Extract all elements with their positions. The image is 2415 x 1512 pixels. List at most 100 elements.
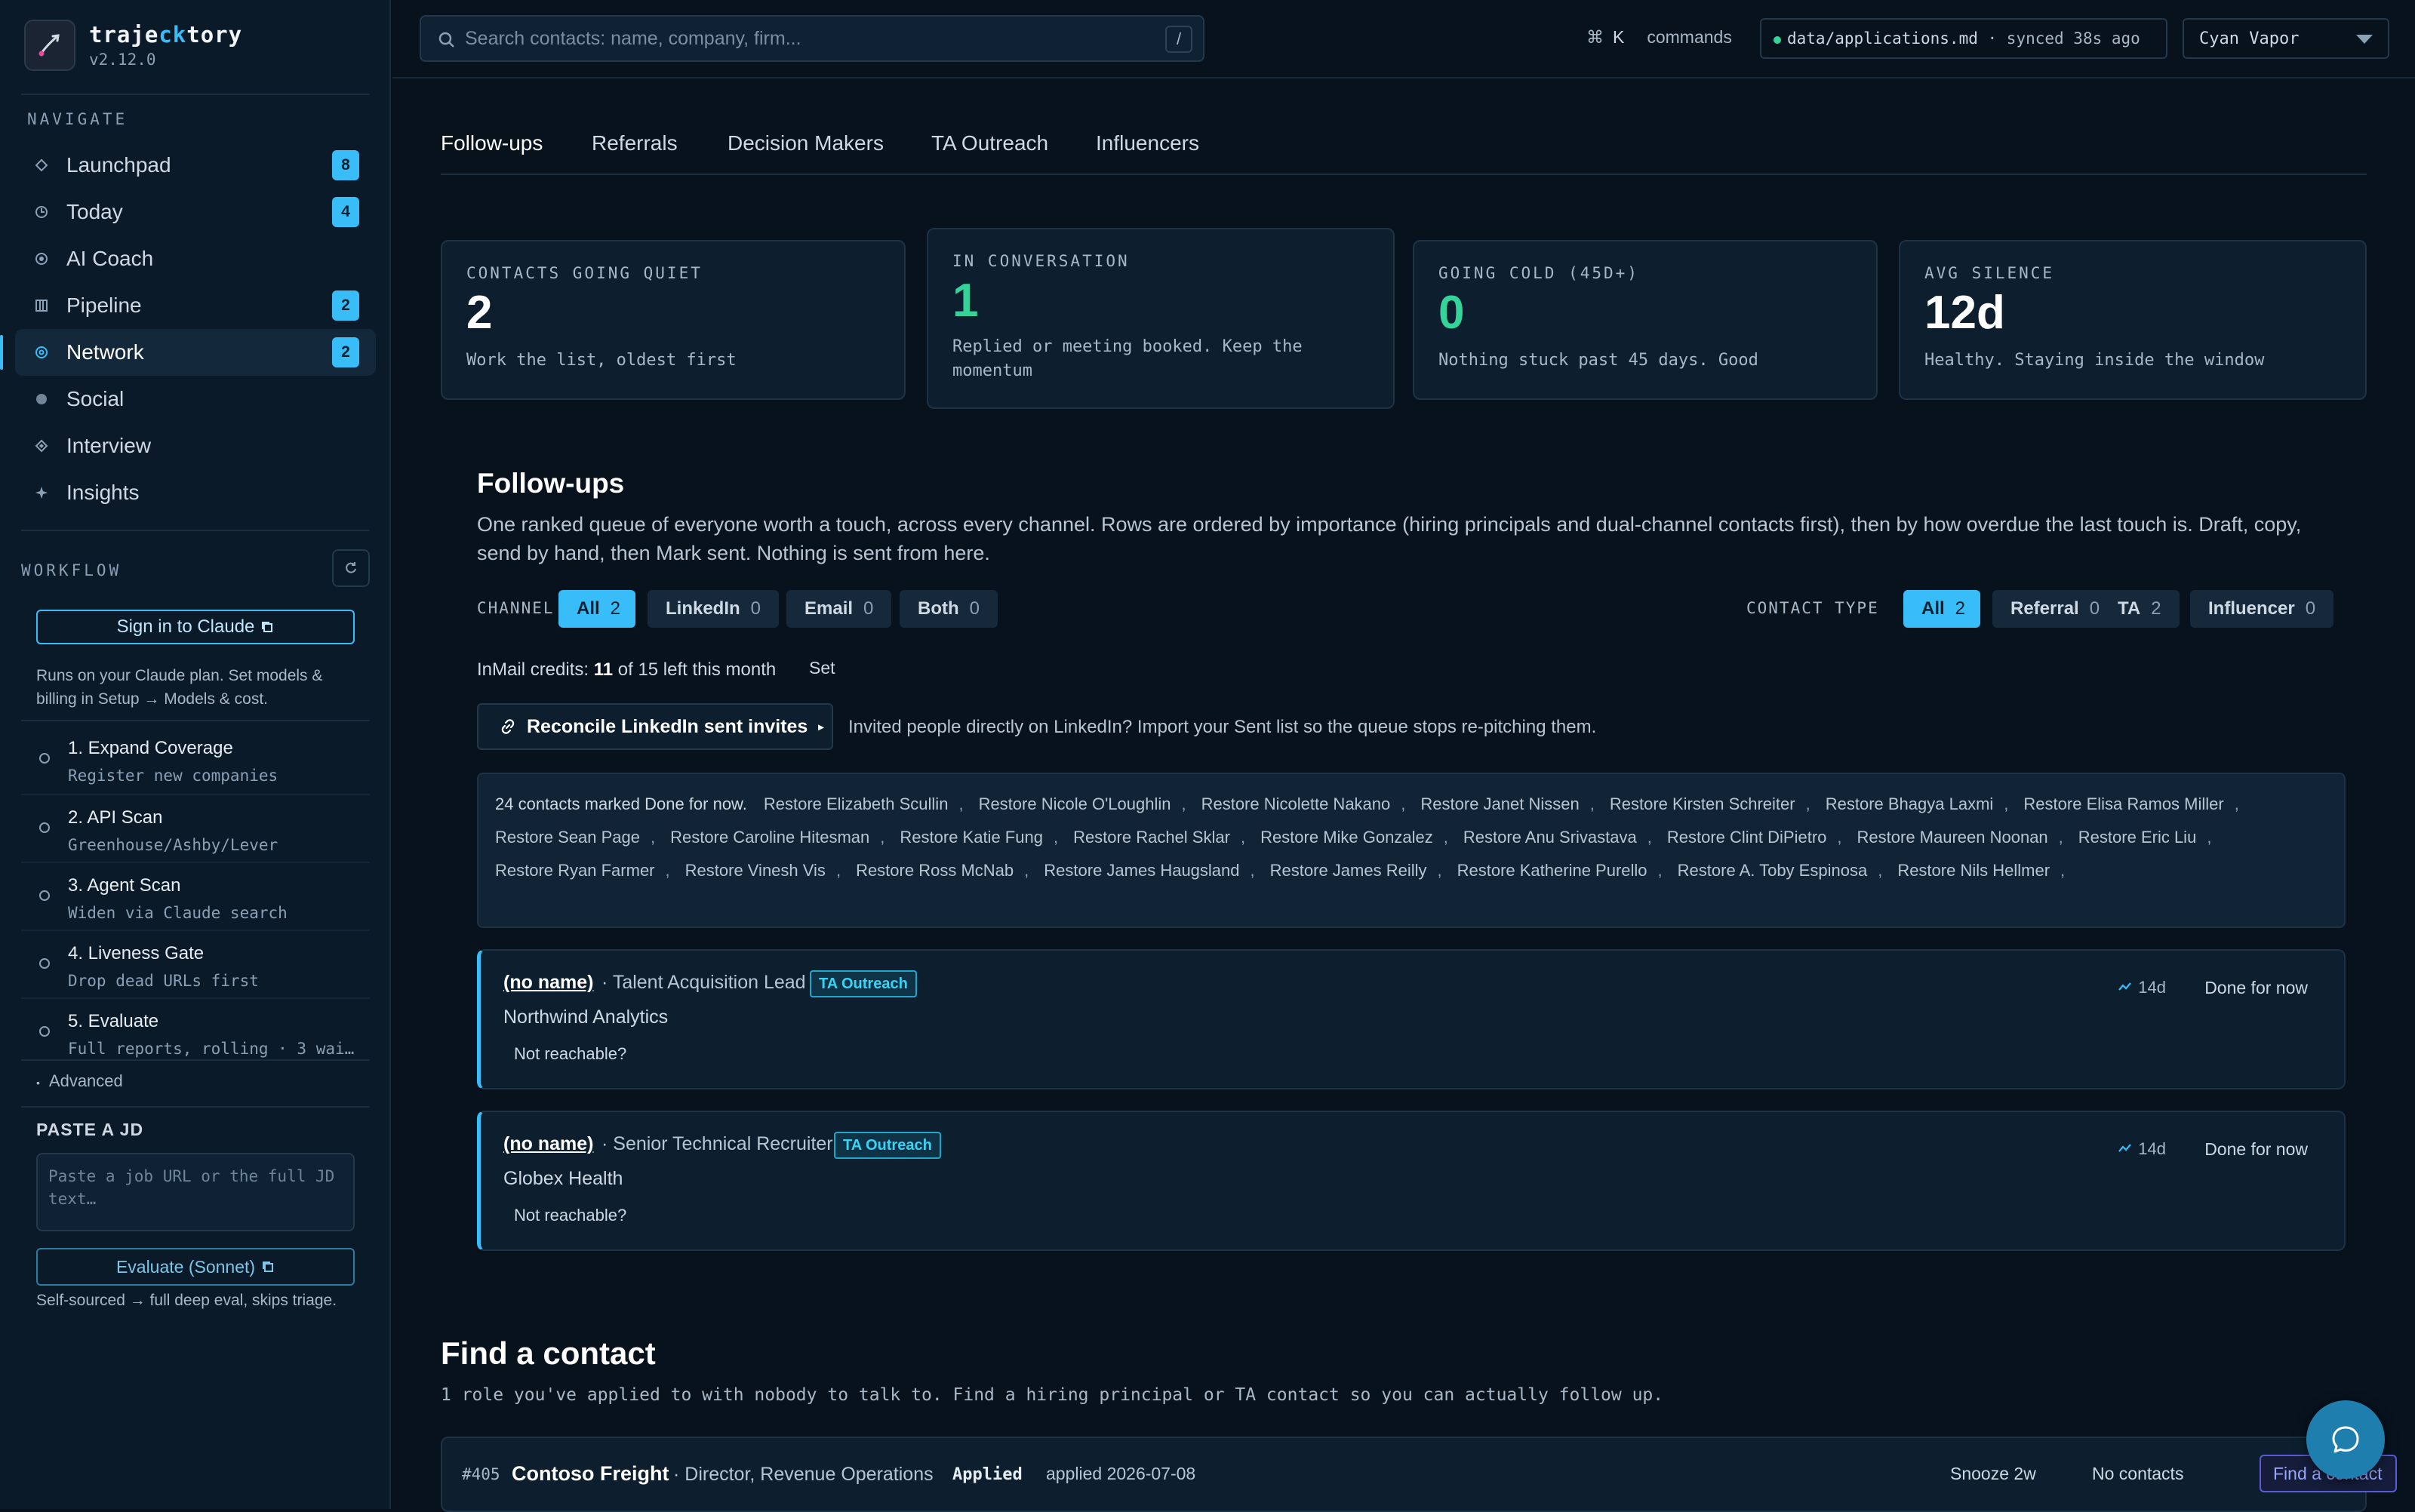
- type-filter-influencer[interactable]: Influencer 0: [2190, 590, 2334, 628]
- done-for-now-button[interactable]: Done for now: [2204, 1139, 2308, 1160]
- plan-note: Runs on your Claude plan. Set models & b…: [36, 667, 323, 708]
- age-value: 14d: [2138, 978, 2166, 997]
- stat-card-going-quiet: CONTACTS GOING QUIET 2 Work the list, ol…: [441, 240, 906, 400]
- tab-referrals[interactable]: Referrals: [592, 131, 678, 155]
- chip-label: Referral: [2010, 598, 2079, 619]
- contact-card[interactable]: (no name) · Talent Acquisition Lead TA O…: [477, 949, 2346, 1089]
- separator: ,: [1181, 794, 1186, 813]
- theme-select[interactable]: Cyan Vapor: [2183, 18, 2389, 59]
- paste-jd-input[interactable]: [36, 1153, 355, 1231]
- sidebar-item-insights[interactable]: Insights: [15, 469, 376, 516]
- sidebar-item-pipeline[interactable]: Pipeline 2: [15, 282, 376, 329]
- bullet-icon: •: [36, 1077, 40, 1089]
- tab-follow-ups[interactable]: Follow-ups: [441, 131, 543, 155]
- workflow-step[interactable]: 1. Expand Coverage Register new companie…: [21, 726, 370, 794]
- workflow-section-title: WORKFLOW: [21, 561, 122, 579]
- tab-influencers[interactable]: Influencers: [1096, 131, 1199, 155]
- type-filter-all[interactable]: All 2: [1903, 590, 1980, 628]
- done-for-now-button[interactable]: Done for now: [2204, 978, 2308, 998]
- restore-contact-link[interactable]: Restore Nils Hellmer: [1897, 854, 2050, 887]
- sidebar-item-network[interactable]: Network 2: [0, 329, 376, 376]
- workflow-step[interactable]: 4. Liveness Gate Drop dead URLs first: [21, 930, 370, 997]
- separator: ,: [1437, 861, 1442, 880]
- sidebar-item-social[interactable]: Social: [15, 376, 376, 423]
- step-subtitle: Drop dead URLs first: [68, 972, 259, 990]
- diamond-icon: [33, 157, 50, 174]
- restore-contact-link[interactable]: Restore Katie Fung: [900, 821, 1043, 854]
- channel-filter-linkedin[interactable]: LinkedIn 0: [648, 590, 780, 628]
- workflow-step[interactable]: 2. API Scan Greenhouse/Ashby/Lever: [21, 794, 370, 862]
- brand[interactable]: trajecktory v2.12.0: [24, 20, 242, 71]
- main-content: Follow-ups Referrals Decision Makers TA …: [392, 78, 2415, 1512]
- diamond-icon: [33, 438, 50, 454]
- restore-contact-link[interactable]: Restore Vinesh Vis: [685, 854, 826, 887]
- status-badge: Applied: [952, 1465, 1023, 1484]
- channel-filter-all[interactable]: All 2: [558, 590, 635, 628]
- restore-contact-link[interactable]: Restore Ryan Farmer: [495, 854, 655, 887]
- restore-contact-link[interactable]: Restore Katherine Purello: [1457, 854, 1647, 887]
- not-reachable-link[interactable]: Not reachable?: [514, 1206, 626, 1225]
- restore-contact-link[interactable]: Restore Ross McNab: [856, 854, 1014, 887]
- contact-role: · Talent Acquisition Lead: [601, 972, 806, 993]
- restore-contact-link[interactable]: Restore Mike Gonzalez: [1260, 821, 1433, 854]
- advanced-toggle[interactable]: • Advanced: [36, 1071, 123, 1091]
- step-subtitle: Greenhouse/Ashby/Lever: [68, 836, 278, 854]
- chat-button[interactable]: [2306, 1400, 2385, 1479]
- app-logo-icon: [24, 20, 75, 71]
- contact-name[interactable]: (no name): [503, 972, 593, 994]
- app-name: trajecktory: [89, 22, 243, 48]
- sidebar-item-launchpad[interactable]: Launchpad 8: [15, 142, 376, 189]
- workflow-step[interactable]: 5. Evaluate Full reports, rolling · 3 wa…: [21, 997, 370, 1065]
- snooze-button[interactable]: Snooze 2w: [1950, 1464, 2036, 1484]
- restore-contact-link[interactable]: Restore Elizabeth Scullin: [764, 788, 949, 821]
- sidebar-item-label: Today: [66, 200, 123, 223]
- restore-contact-link[interactable]: Restore James Reilly: [1270, 854, 1427, 887]
- contact-card[interactable]: (no name) · Senior Technical Recruiter T…: [477, 1111, 2346, 1251]
- restore-contact-link[interactable]: Restore Clint DiPietro: [1667, 821, 1827, 854]
- sign-in-claude-button[interactable]: Sign in to Claude: [36, 610, 355, 644]
- not-reachable-link[interactable]: Not reachable?: [514, 1044, 626, 1064]
- stat-value: 1: [952, 275, 979, 327]
- restore-contact-link[interactable]: Restore Anu Srivastava: [1463, 821, 1637, 854]
- search-box[interactable]: /: [420, 15, 1204, 62]
- restore-contact-link[interactable]: Restore Maureen Noonan: [1857, 821, 2048, 854]
- restore-contact-link[interactable]: Restore Bhagya Laxmi: [1826, 788, 1994, 821]
- restore-contact-link[interactable]: Restore Caroline Hitesman: [670, 821, 869, 854]
- restore-contact-link[interactable]: Restore Janet Nissen: [1420, 788, 1579, 821]
- channel-filter-both[interactable]: Both 0: [900, 590, 998, 628]
- restore-contact-link[interactable]: Restore Eric Liu: [2078, 821, 2197, 854]
- restore-contact-link[interactable]: Restore Nicole O'Loughlin: [979, 788, 1171, 821]
- set-inmail-button[interactable]: Set: [809, 658, 835, 678]
- chip-label: Both: [918, 598, 959, 619]
- restore-contact-link[interactable]: Restore Nicolette Nakano: [1201, 788, 1391, 821]
- clock-icon: [33, 204, 50, 220]
- refresh-workflow-button[interactable]: [332, 549, 370, 587]
- workflow-step[interactable]: 3. Agent Scan Widen via Claude search: [21, 862, 370, 930]
- section-description: One ranked queue of everyone worth a tou…: [477, 513, 2302, 564]
- restore-contact-link[interactable]: Restore Elisa Ramos Miller: [2023, 788, 2223, 821]
- tab-decision-makers[interactable]: Decision Makers: [728, 131, 884, 155]
- sidebar-item-today[interactable]: Today 4: [15, 189, 376, 235]
- restore-contact-link[interactable]: Restore James Haugsland: [1044, 854, 1239, 887]
- channel-filter-email[interactable]: Email 0: [786, 590, 892, 628]
- restore-contact-link[interactable]: Restore Sean Page: [495, 821, 640, 854]
- chip-count: 0: [750, 598, 761, 619]
- sidebar-item-interview[interactable]: Interview: [15, 423, 376, 469]
- restore-contact-link[interactable]: Restore Kirsten Schreiter: [1610, 788, 1795, 821]
- command-palette-button[interactable]: ⌘ K commands: [1586, 27, 1732, 48]
- sidebar-item-label: Pipeline: [66, 293, 142, 317]
- sidebar-item-ai-coach[interactable]: AI Coach: [15, 235, 376, 282]
- reconcile-linkedin-button[interactable]: Reconcile LinkedIn sent invites ▸: [477, 703, 833, 750]
- restore-contact-link[interactable]: Restore Rachel Sklar: [1073, 821, 1230, 854]
- sync-status[interactable]: data/applications.md · synced 38s ago: [1760, 18, 2167, 59]
- evaluate-button[interactable]: Evaluate (Sonnet): [36, 1248, 355, 1286]
- search-input[interactable]: [465, 27, 1144, 50]
- separator: ,: [1024, 861, 1029, 880]
- stat-label: IN CONVERSATION: [952, 252, 1130, 270]
- contact-company: Northwind Analytics: [503, 1006, 669, 1028]
- restore-contact-link[interactable]: Restore A. Toby Espinosa: [1678, 854, 1868, 887]
- tab-ta-outreach[interactable]: TA Outreach: [931, 131, 1048, 155]
- contact-name[interactable]: (no name): [503, 1133, 593, 1155]
- role-company[interactable]: Contoso Freight: [512, 1462, 669, 1486]
- type-filter-ta[interactable]: TA 2: [2100, 590, 2180, 628]
